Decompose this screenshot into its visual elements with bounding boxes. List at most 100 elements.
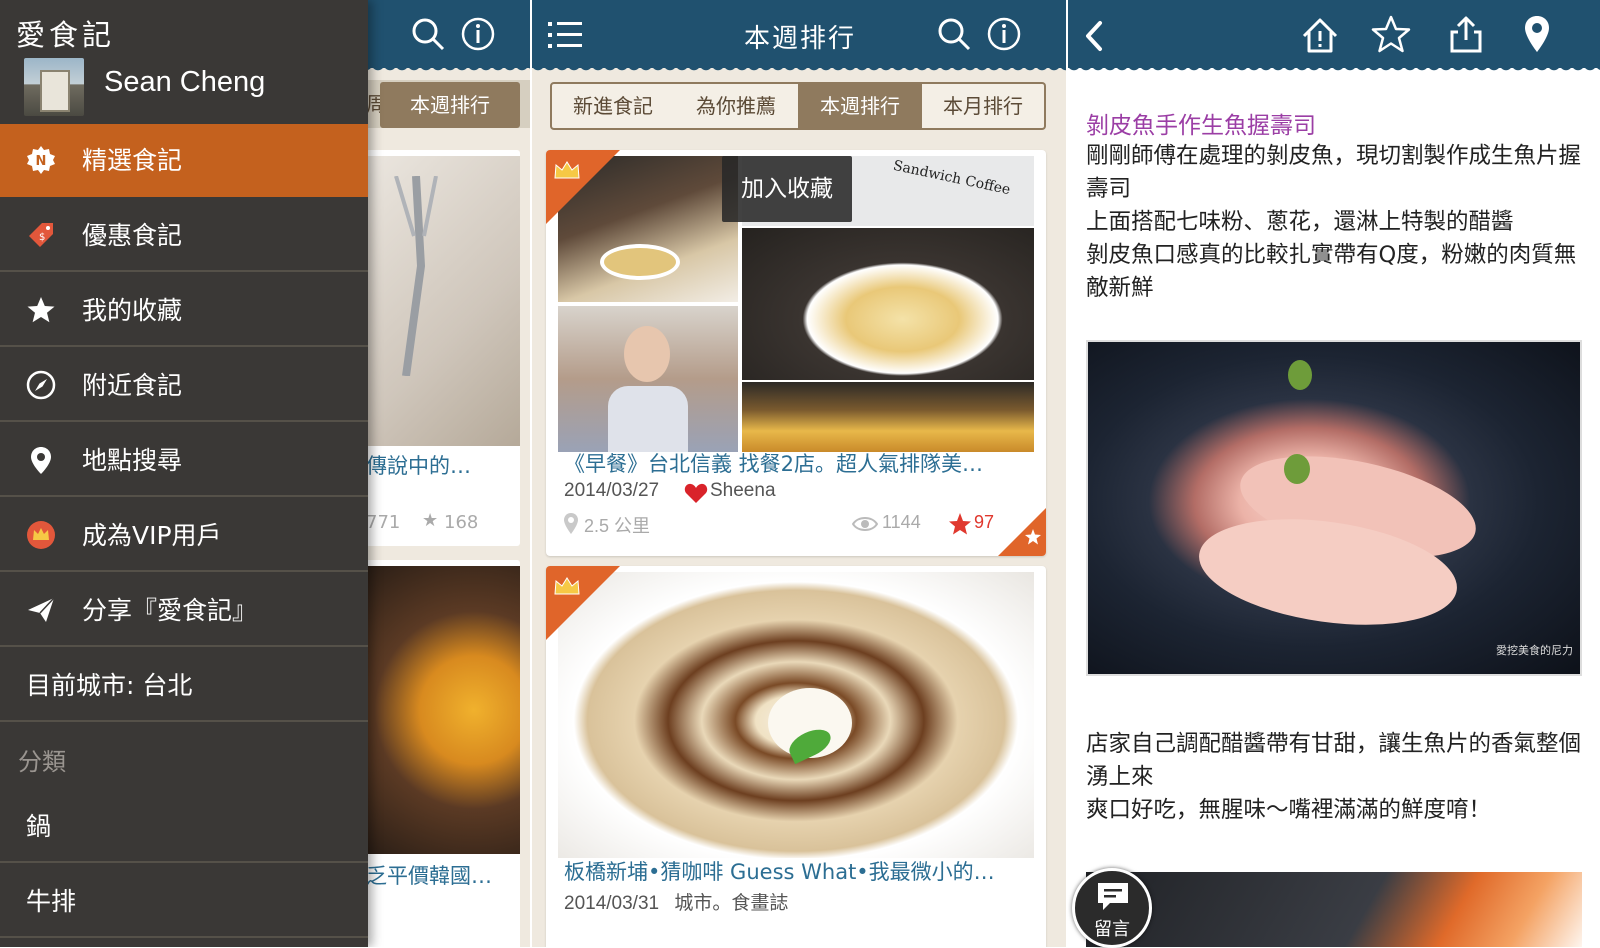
tab-recommended[interactable]: 為你推薦	[674, 82, 800, 130]
crown-icon	[554, 577, 580, 595]
paper-plane-icon	[28, 597, 55, 622]
card-date: 2014/03/31	[564, 893, 660, 914]
navigation-drawer: 愛食記 Sean Cheng N 精選食記 $ 優惠食記 我的收藏 附近食記 地…	[0, 0, 368, 947]
category-item-steak[interactable]: 牛排	[0, 865, 368, 938]
crown-icon	[554, 161, 580, 179]
category-item-hotpot[interactable]: 鍋	[0, 790, 368, 863]
card-date: 2014/03/27	[564, 480, 660, 501]
card-meta: 2014/03/31 城市。食畫誌	[564, 888, 788, 915]
back-card-1-views: 771	[366, 512, 401, 533]
menu-item-nearby[interactable]: 附近食記	[0, 349, 368, 422]
menu-item-current-city[interactable]: 目前城市: 台北	[0, 649, 368, 722]
back-card-1[interactable]: 傳說中的… 771 ★ 168	[366, 150, 520, 546]
speech-bubble-icon	[1098, 883, 1128, 910]
card-photo-crepe	[558, 572, 1034, 858]
app-brand: 愛食記	[16, 18, 116, 52]
header-wave-edge	[1068, 64, 1600, 74]
share-icon[interactable]	[1448, 14, 1484, 54]
tab-weekly-back[interactable]: 本週排行	[380, 82, 520, 128]
menu-item-featured[interactable]: N 精選食記	[0, 124, 368, 197]
current-city-label: 目前城市: 台北	[26, 671, 193, 700]
category-header: 分類	[18, 748, 66, 776]
crown-icon	[27, 521, 55, 549]
back-card-2-title: 乏平價韓國…	[366, 864, 492, 888]
header-bar	[1068, 0, 1600, 68]
comment-button[interactable]: 留言	[1072, 868, 1152, 948]
menu-label: 精選食記	[82, 146, 183, 175]
header-wave-edge	[532, 64, 1066, 74]
tab-new[interactable]: 新進食記	[550, 82, 676, 130]
card-photo-sandwich	[742, 228, 1034, 380]
back-chevron-icon[interactable]	[1082, 20, 1106, 52]
article-paragraph-2: 店家自己調配醋醬帶有甘甜，讓生魚片的香氣整個湧上來 爽口好吃，無腥味～嘴裡滿滿的…	[1086, 731, 1582, 823]
info-icon[interactable]	[986, 16, 1022, 52]
avatar[interactable]	[24, 58, 84, 116]
svg-text:$: $	[39, 232, 45, 243]
menu-item-deals[interactable]: $ 優惠食記	[0, 199, 368, 272]
card-title[interactable]: 板橋新埔•猜咖啡 Guess What•我最微小的…	[564, 856, 995, 886]
new-badge-icon: N	[27, 146, 55, 174]
menu-label: 分享『愛食記』	[82, 596, 258, 625]
star-icon	[1025, 529, 1041, 545]
back-card-2[interactable]: 乏平價韓國…	[366, 560, 520, 947]
compass-icon	[26, 370, 56, 400]
article-screen: 剝皮魚手作生魚握壽司 剛剛師傅在處理的剝皮魚，現切割製作成生魚片握壽司 上面搭配…	[1068, 0, 1600, 947]
article-photo-salmon	[1086, 872, 1582, 947]
add-favorite-tooltip[interactable]: 加入收藏	[722, 156, 852, 222]
search-icon[interactable]	[410, 16, 446, 52]
card-views: 1144	[882, 512, 921, 532]
card-photo	[366, 566, 520, 854]
star-icon	[949, 513, 971, 535]
card-photo-waffle	[742, 382, 1034, 452]
tab-monthly[interactable]: 本月排行	[922, 82, 1046, 130]
card-title[interactable]: 《早餐》台北信義 找餐2店。超人氣排隊美…	[564, 448, 983, 478]
fork-illustration-icon	[394, 176, 438, 376]
location-pin-icon	[564, 513, 578, 534]
article-card[interactable]: 板橋新埔•猜咖啡 Guess What•我最微小的… 2014/03/31 城市…	[546, 566, 1046, 947]
star-icon	[27, 297, 55, 323]
user-name[interactable]: Sean Cheng	[104, 66, 265, 99]
menu-item-favorites[interactable]: 我的收藏	[0, 274, 368, 347]
menu-label: 我的收藏	[82, 296, 183, 325]
info-icon[interactable]	[460, 16, 496, 52]
list-menu-icon[interactable]	[548, 20, 584, 50]
location-pin-icon	[31, 447, 51, 474]
category-label: 鍋	[26, 812, 52, 841]
eye-icon	[852, 517, 878, 531]
back-card-1-star-icon: ★	[422, 510, 439, 531]
ranking-list-screen: 本週排行 新進食記 為你推薦 本週排行 本月排行 Sandwich Coffee…	[532, 0, 1066, 947]
drawer-screen: 周 本週排行 傳說中的… 771 ★ 168 乏平價韓國… 愛食記 Sean C…	[0, 0, 530, 947]
menu-item-share[interactable]: 分享『愛食記』	[0, 574, 368, 647]
article-paragraph-1: 剛剛師傅在處理的剝皮魚，現切割製作成生魚片握壽司 上面搭配七味粉、蔥花，還淋上特…	[1086, 143, 1582, 301]
location-pin-icon[interactable]	[1522, 14, 1552, 54]
card-photo-portrait	[558, 306, 738, 452]
back-card-1-likes: 168	[444, 512, 479, 533]
menu-label: 地點搜尋	[82, 446, 183, 475]
menu-label: 成為VIP用戶	[82, 521, 222, 550]
menu-label: 附近食記	[82, 371, 183, 400]
card-likes: 97	[974, 512, 995, 532]
sign-text: Sandwich Coffee	[891, 157, 1012, 199]
card-author[interactable]: Sheena	[710, 480, 776, 502]
svg-text:N: N	[36, 154, 47, 169]
comment-label: 留言	[1094, 919, 1130, 940]
header-bar: 本週排行	[532, 0, 1066, 68]
page-title: 本週排行	[744, 24, 857, 54]
menu-label: 優惠食記	[82, 221, 183, 250]
heart-icon	[684, 483, 708, 503]
card-distance: 2.5 公里	[584, 516, 651, 536]
coupon-tag-icon: $	[29, 223, 53, 247]
menu-item-vip[interactable]: 成為VIP用戶	[0, 499, 368, 572]
menu-item-location-search[interactable]: 地點搜尋	[0, 424, 368, 497]
card-photo	[366, 156, 520, 446]
search-icon[interactable]	[936, 16, 972, 52]
photo-watermark: 愛挖美食的尼力	[1496, 644, 1573, 657]
article-photo-sushi: 愛挖美食的尼力	[1086, 340, 1582, 676]
category-label: 牛排	[26, 887, 77, 916]
star-outline-icon[interactable]	[1370, 14, 1412, 54]
back-card-1-title: 傳說中的…	[366, 454, 471, 478]
article-section-title: 剝皮魚手作生魚握壽司	[1086, 113, 1316, 139]
card-author[interactable]: 城市。食畫誌	[674, 893, 788, 914]
tab-weekly[interactable]: 本週排行	[798, 82, 924, 130]
home-alert-icon[interactable]	[1300, 16, 1340, 54]
